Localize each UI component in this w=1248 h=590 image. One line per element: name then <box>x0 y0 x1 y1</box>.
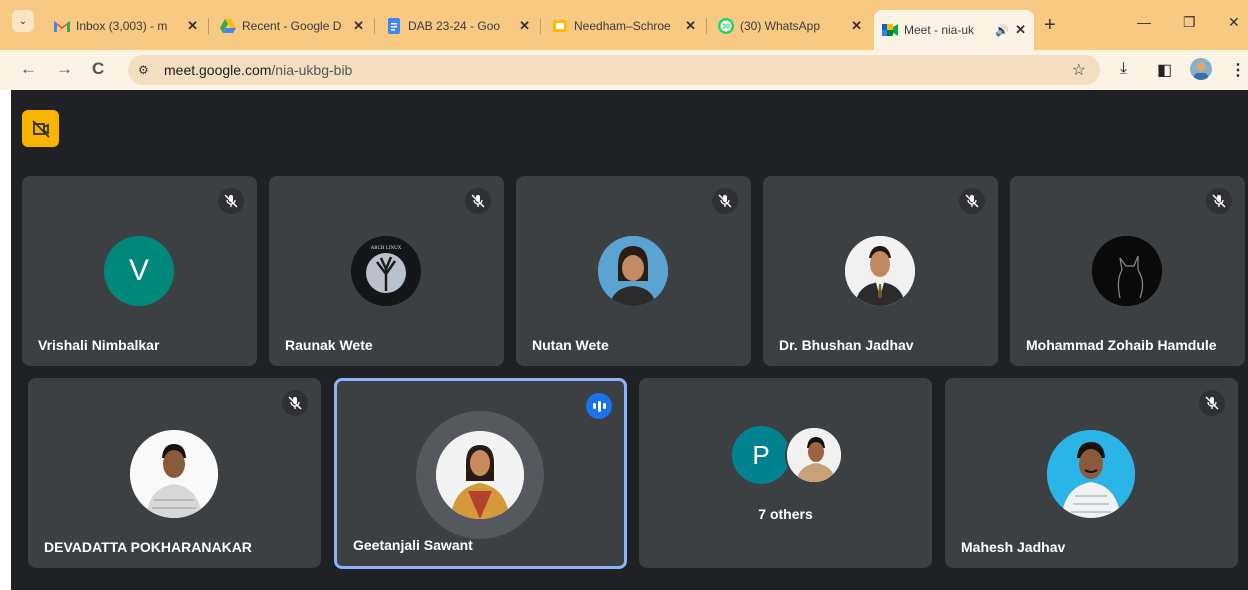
meet-grid: V Vrishali Nimbalkar ARCH LINUX Raunak W… <box>0 90 1248 590</box>
participant-name: Mohammad Zohaib Hamdule <box>1026 337 1217 353</box>
avatar-letter: P <box>752 439 770 470</box>
close-icon[interactable]: ✕ <box>685 18 696 34</box>
avatar <box>130 430 218 518</box>
reload-button[interactable]: C <box>92 59 104 79</box>
others-tile[interactable]: P 7 others <box>639 378 932 568</box>
back-button[interactable]: ← <box>20 59 37 79</box>
speaking-indicator-icon <box>586 393 612 419</box>
tab-gmail[interactable]: Inbox (3,003) - m ✕ <box>46 10 206 42</box>
bookmark-star-icon[interactable]: ☆ <box>1072 60 1086 80</box>
menu-kebab-icon[interactable]: ⋮ <box>1230 60 1246 80</box>
speaker-icon[interactable]: 🔊 <box>995 24 1009 37</box>
meet-icon <box>882 22 898 38</box>
avatar-logo-text: ARCH LINUX <box>371 246 402 251</box>
tab-title: DAB 23-24 - Goo <box>408 19 501 33</box>
mic-off-icon <box>218 188 244 214</box>
participant-tile[interactable]: Nutan Wete <box>516 176 751 366</box>
participant-tile[interactable]: DEVADATTA POKHARANAKAR <box>28 378 321 568</box>
mic-off-icon <box>959 188 985 214</box>
avatar: ARCH LINUX <box>351 236 421 306</box>
participant-tile-active-speaker[interactable]: Geetanjali Sawant <box>334 378 627 569</box>
chevron-down-icon: ⌄ <box>18 15 28 27</box>
participant-name: Mahesh Jadhav <box>961 539 1066 555</box>
participant-name: Vrishali Nimbalkar <box>38 337 160 353</box>
close-window-button[interactable]: ✕ <box>1228 14 1240 31</box>
avatar <box>1092 236 1162 306</box>
participant-name: DEVADATTA POKHARANAKAR <box>44 539 252 555</box>
close-icon[interactable]: ✕ <box>1015 22 1026 38</box>
avatar: P <box>732 426 790 484</box>
participant-tile[interactable]: V Vrishali Nimbalkar <box>22 176 257 366</box>
tab-search-button[interactable]: ⌄ <box>12 10 34 32</box>
close-icon[interactable]: ✕ <box>353 18 364 34</box>
mic-off-icon <box>1206 188 1232 214</box>
participant-name: Geetanjali Sawant <box>353 537 473 553</box>
url-path: /nia-ukbg-bib <box>271 62 353 78</box>
others-count: 7 others <box>758 506 813 522</box>
tab-drive[interactable]: Recent - Google D ✕ <box>212 10 372 42</box>
profile-avatar[interactable] <box>1190 58 1212 80</box>
avatar <box>845 236 915 306</box>
forward-button[interactable]: → <box>56 59 73 79</box>
participant-name: Dr. Bhushan Jadhav <box>779 337 914 353</box>
avatar-letter: V <box>128 254 149 287</box>
tab-whatsapp[interactable]: 30 (30) WhatsApp ✕ <box>710 10 870 42</box>
minimize-button[interactable]: — <box>1137 14 1151 30</box>
close-icon[interactable]: ✕ <box>851 18 862 34</box>
tab-title: Needham–Schroe <box>574 19 671 33</box>
camera-off-button[interactable] <box>22 110 59 147</box>
new-tab-button[interactable]: + <box>1044 14 1056 37</box>
participant-tile[interactable]: Mahesh Jadhav <box>945 378 1238 568</box>
mic-off-icon <box>712 188 738 214</box>
avatar <box>598 236 668 306</box>
participant-tile[interactable]: ARCH LINUX Raunak Wete <box>269 176 504 366</box>
download-icon[interactable]: ⤓ <box>1120 60 1127 78</box>
close-icon[interactable]: ✕ <box>519 18 530 34</box>
close-icon[interactable]: ✕ <box>187 18 198 34</box>
avatar: V <box>104 236 174 306</box>
slides-icon <box>552 18 568 34</box>
avatar <box>436 431 524 519</box>
mic-off-icon <box>1199 390 1225 416</box>
avatar <box>1047 430 1135 518</box>
tab-title: (30) WhatsApp <box>740 19 821 33</box>
drive-icon <box>220 18 236 34</box>
participant-tile[interactable]: Dr. Bhushan Jadhav <box>763 176 998 366</box>
address-bar[interactable]: ⚙ meet.google.com/nia-ukbg-bib ☆ <box>128 55 1100 85</box>
browser-tab-bar: ⌄ Inbox (3,003) - m ✕ Recent - Google D … <box>0 0 1248 50</box>
whatsapp-icon: 30 <box>718 18 734 34</box>
docs-icon <box>386 18 402 34</box>
participant-name: Nutan Wete <box>532 337 609 353</box>
mic-off-icon <box>465 188 491 214</box>
gmail-icon <box>54 18 70 34</box>
tab-docs[interactable]: DAB 23-24 - Goo ✕ <box>378 10 538 42</box>
tab-title: Inbox (3,003) - m <box>76 19 168 33</box>
mic-off-icon <box>282 390 308 416</box>
participant-name: Raunak Wete <box>285 337 373 353</box>
url-text: meet.google.com/nia-ukbg-bib <box>164 62 352 78</box>
avatar <box>785 426 843 484</box>
url-host: meet.google.com <box>164 62 272 78</box>
camera-off-icon <box>31 119 50 138</box>
participant-tile[interactable]: Mohammad Zohaib Hamdule <box>1010 176 1245 366</box>
tab-title: Recent - Google D <box>242 19 342 33</box>
svg-text:30: 30 <box>722 24 730 31</box>
tab-meet[interactable]: Meet - nia-uk 🔊 ✕ <box>874 10 1034 50</box>
site-info-icon[interactable]: ⚙ <box>138 63 158 77</box>
tab-title: Meet - nia-uk <box>904 23 975 37</box>
tab-slides[interactable]: Needham–Schroe ✕ <box>544 10 704 42</box>
side-panel-icon[interactable]: ◧ <box>1157 60 1172 80</box>
restore-button[interactable]: ❐ <box>1183 14 1196 31</box>
browser-toolbar: ← → C ⚙ meet.google.com/nia-ukbg-bib ☆ ⤓… <box>0 50 1248 90</box>
